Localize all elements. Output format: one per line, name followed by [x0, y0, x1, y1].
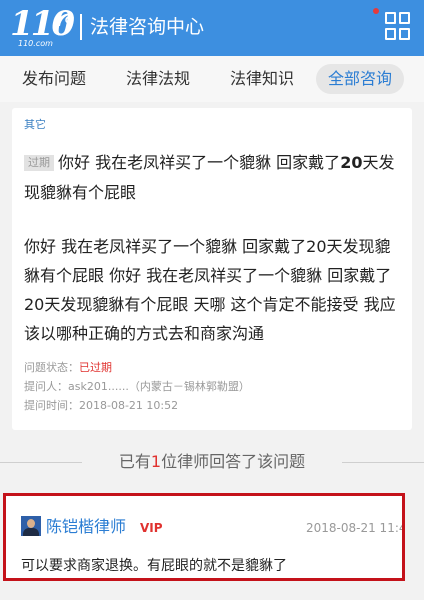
answers-count: 1: [150, 452, 162, 471]
question-card: 其它 过期 你好 我在老凤祥买了一个貔貅 回家戴了20天发现貔貅有个屁眼 你好 我…: [12, 108, 412, 430]
logo-subtext: 110.com: [18, 39, 53, 48]
question-time: 提问时间：2018-08-21 10:52: [24, 398, 178, 414]
question-status: 问题状态：已过期: [24, 360, 112, 376]
question-category[interactable]: 其它: [24, 116, 46, 132]
tab-legal-knowledge[interactable]: 法律知识: [230, 64, 294, 94]
header-divider: [80, 14, 82, 40]
answer-time: 2018-08-21 11:49: [306, 521, 402, 535]
answers-count-text: 已有1位律师回答了该问题: [0, 450, 424, 474]
question-title-text-a: 你好 我在老凤祥买了一个貔貅 回家戴了: [58, 153, 341, 172]
nav-tabs: 发布问题 法律法规 法律知识 全部咨询: [0, 56, 424, 102]
answer-text: 可以要求商家退换。有屁眼的就不是貔貅了: [21, 558, 287, 574]
time-label: 提问时间：: [24, 399, 79, 412]
answer-card: 陈铠楷律师 VIP 2018-08-21 11:49 可以要求商家退换。有屁眼的…: [3, 493, 405, 581]
notification-dot: [373, 8, 379, 14]
app-header: 110 110.com 法律咨询中心: [0, 0, 424, 56]
tab-laws-regulations[interactable]: 法律法规: [126, 64, 190, 94]
tab-all-consultations[interactable]: 全部咨询: [316, 64, 405, 94]
question-asker: 提问人：ask201......（内蒙古－锡林郭勒盟）: [24, 379, 250, 395]
question-title: 过期 你好 我在老凤祥买了一个貔貅 回家戴了20天发现貔貅有个屁眼: [24, 148, 404, 208]
asker-value: ask201......（内蒙古－锡林郭勒盟）: [68, 380, 250, 393]
status-value: 已过期: [79, 361, 112, 374]
tab-post-question[interactable]: 发布问题: [22, 64, 86, 94]
logo-swirl-icon: [52, 8, 74, 34]
page-title: 法律咨询中心: [90, 16, 205, 38]
lawyer-avatar[interactable]: [21, 516, 41, 536]
avatar-suit: [23, 528, 39, 536]
answers-prefix: 已有: [118, 452, 151, 471]
avatar-head: [27, 519, 35, 528]
question-title-bold: 20: [340, 153, 363, 172]
question-body: 你好 我在老凤祥买了一个貔貅 回家戴了20天发现貔貅有个屁眼 你好 我在老凤祥买…: [24, 237, 396, 343]
answers-separator: 已有1位律师回答了该问题: [0, 450, 424, 474]
time-value: 2018-08-21 10:52: [79, 399, 179, 412]
vip-badge: VIP: [140, 521, 163, 535]
asker-label: 提问人：: [24, 380, 68, 393]
site-logo[interactable]: 110 110.com: [10, 6, 75, 48]
status-label: 问题状态：: [24, 361, 79, 374]
grid-icon[interactable]: [385, 12, 411, 42]
answers-suffix: 位律师回答了该问题: [161, 452, 306, 471]
expired-tag: 过期: [24, 155, 54, 171]
lawyer-name[interactable]: 陈铠楷律师: [46, 516, 126, 538]
